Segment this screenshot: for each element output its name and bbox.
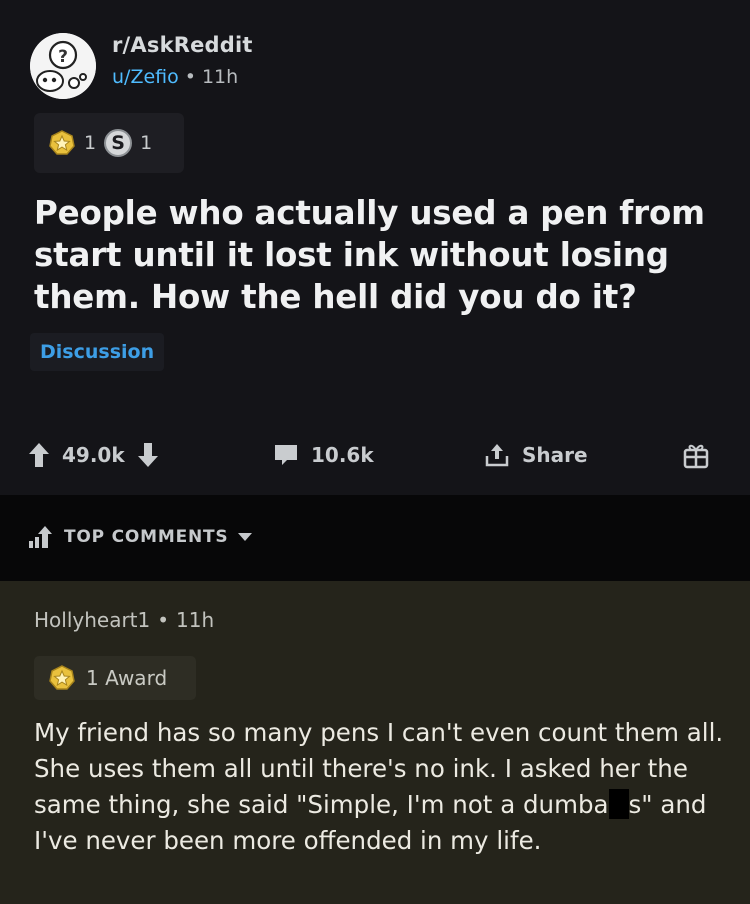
gold-award-count: 1 (84, 132, 97, 154)
sort-dropdown[interactable]: TOP COMMENTS (28, 525, 253, 549)
downvote-arrow-icon[interactable] (137, 442, 159, 468)
share-button[interactable]: Share (484, 432, 588, 478)
post-age: 11h (201, 66, 239, 88)
silver-award-count: 1 (140, 132, 153, 154)
gold-award-icon (49, 665, 75, 690)
comment-sort-bar: TOP COMMENTS (0, 495, 750, 581)
post-actions-bar: 49.0k 10.6k Share (0, 432, 750, 478)
post-flair[interactable]: Discussion (30, 333, 165, 371)
share-label: Share (522, 443, 588, 467)
svg-text:?: ? (58, 47, 68, 67)
meta-separator: • (184, 66, 196, 88)
post-author[interactable]: u/Zefio (112, 66, 179, 88)
post-card: ? r/AskReddit u/Zefio • 11h 1 S 1 People w… (0, 0, 750, 495)
comment-count: 10.6k (311, 443, 374, 467)
top-sort-icon (29, 526, 52, 548)
comment-body: My friend has so many pens I can't even … (34, 715, 734, 859)
subreddit-name[interactable]: r/AskReddit (112, 33, 253, 57)
post-title[interactable]: People who actually used a pen from star… (34, 192, 734, 318)
gold-award-icon (49, 130, 75, 155)
comment-award-badge[interactable]: 1 Award (34, 656, 196, 700)
silver-award-icon: S (104, 129, 133, 157)
post-score: 49.0k (62, 443, 125, 467)
comment-author[interactable]: Hollyheart1 (34, 608, 150, 632)
sort-label: TOP COMMENTS (64, 527, 229, 547)
subreddit-avatar[interactable]: ? (30, 33, 96, 99)
snoo-question-icon: ? (30, 33, 96, 99)
comment-bubble-icon (275, 445, 297, 465)
comment-card: Hollyheart1 • 11h 1 Award My friend has so… (0, 581, 750, 904)
post-awards[interactable]: 1 S 1 (34, 113, 184, 173)
comment-age: 11h (176, 608, 215, 632)
give-award-button[interactable] (682, 432, 710, 478)
comment-meta-separator: • (157, 608, 170, 632)
post-meta: u/Zefio • 11h (112, 66, 238, 88)
upvote-arrow-icon[interactable] (28, 442, 50, 468)
comment-award-label: 1 Award (86, 666, 168, 690)
comments-button[interactable]: 10.6k (273, 432, 374, 478)
censor-block (608, 789, 629, 819)
comment-meta: Hollyheart1 • 11h (34, 608, 214, 632)
gift-icon (683, 444, 709, 469)
share-icon (485, 444, 509, 467)
vote-group: 49.0k (28, 432, 159, 478)
caret-down-icon (238, 533, 253, 541)
